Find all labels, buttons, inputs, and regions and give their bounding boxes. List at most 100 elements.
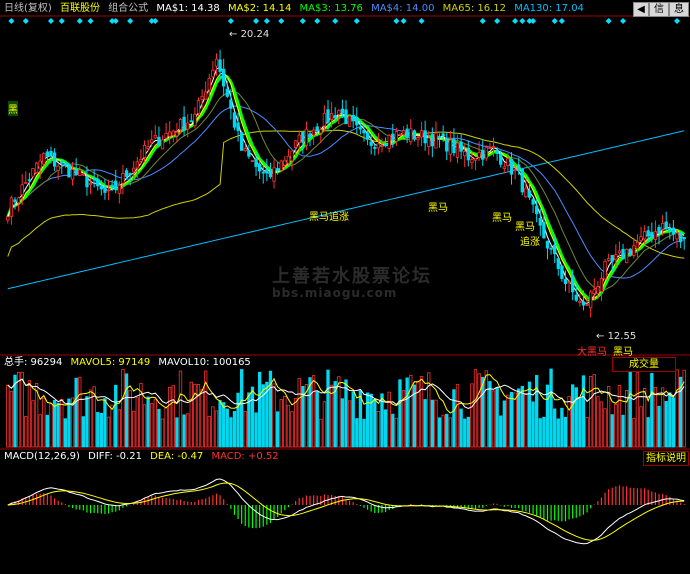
candle-body: [286, 155, 291, 164]
volume-bar: [45, 414, 50, 448]
candle-body: [664, 221, 668, 229]
stock-name: 百联股份: [60, 3, 100, 14]
candle-body: [207, 77, 211, 91]
volume-bar: [52, 399, 57, 448]
info-button[interactable]: 信: [649, 2, 669, 17]
candle-body: [182, 116, 186, 131]
volume-bar: [164, 407, 168, 448]
ma65-value: MA65: 16.12: [442, 3, 506, 14]
candle-body: [391, 133, 395, 141]
indicator-help-button[interactable]: 指标说明: [643, 451, 689, 466]
candle-body: [319, 129, 323, 134]
volume-bar: [132, 410, 136, 448]
candle-body: [110, 184, 114, 187]
volume-bar: [74, 377, 78, 448]
candle-body: [614, 254, 618, 260]
volume-bar: [207, 415, 211, 448]
candle-body: [671, 227, 676, 235]
candle-body: [254, 158, 258, 167]
candle-body: [124, 170, 129, 177]
candle-body: [247, 149, 251, 157]
candle-body: [236, 122, 240, 131]
candle-body: [362, 129, 366, 134]
period-label[interactable]: 日线(复权): [4, 3, 52, 14]
candle-body: [139, 159, 143, 162]
candle-body: [257, 163, 262, 172]
candle-body: [164, 133, 168, 139]
signal-left-marker: 黑: [8, 101, 18, 116]
macd-name: MACD(12,26,9): [4, 451, 80, 462]
volume-bar: [308, 377, 312, 448]
candle-body: [132, 167, 136, 173]
candle-body: [606, 258, 611, 261]
volume-bar: [535, 375, 539, 448]
volume-bar: [610, 414, 614, 448]
candle-body: [186, 122, 190, 130]
candle-body: [322, 112, 327, 127]
volume-bar: [243, 411, 247, 448]
volume-bar: [257, 371, 262, 448]
candle-body: [261, 171, 265, 174]
candle-body: [549, 247, 553, 250]
volume-bar: [556, 418, 560, 448]
volume-bar: [675, 369, 679, 448]
candle-body: [38, 160, 42, 169]
news-button[interactable]: 息: [669, 2, 689, 17]
candle-body: [56, 165, 60, 171]
volume-bar: [67, 398, 71, 448]
candle-body: [430, 133, 435, 147]
macd-value: MACD: +0.52: [211, 451, 279, 462]
volume-bar: [452, 389, 456, 448]
prev-button[interactable]: ◀: [633, 2, 649, 17]
volume-bar: [373, 399, 377, 448]
volume-bar: [524, 393, 528, 448]
volume-bar: [578, 397, 582, 448]
volume-bar: [13, 374, 17, 448]
volume-bar: [668, 392, 672, 448]
candle-body: [275, 168, 280, 171]
volume-bar: [290, 411, 294, 448]
volume-bar: [153, 398, 157, 448]
volume-bar: [614, 404, 618, 448]
ma4-value: MA$4: 14.00: [371, 3, 435, 14]
candle-body: [114, 180, 118, 190]
volume-header: 总手: 96294 MAVOL5: 97149 MAVOL10: 100165: [4, 356, 256, 370]
candle-body: [250, 160, 255, 162]
volume-bar: [160, 418, 165, 448]
candle-body: [272, 167, 276, 182]
volume-bar: [653, 386, 658, 448]
volume-bar: [592, 374, 596, 448]
volume-bar: [63, 418, 68, 448]
volume-bar: [225, 408, 229, 448]
volume-bar: [340, 398, 345, 448]
volume-bar: [448, 417, 452, 448]
candle-body: [31, 168, 35, 177]
candle-body: [542, 222, 546, 239]
volume-bar: [146, 396, 150, 448]
candle-body: [553, 244, 557, 255]
candle-body: [509, 158, 514, 175]
volume-bar: [178, 370, 183, 448]
volume-bar: [437, 417, 442, 448]
volume-bar: [189, 381, 193, 448]
candle-body: [42, 153, 46, 165]
volume-bar: [135, 397, 139, 448]
candle-body: [24, 181, 28, 184]
volume-bar: [391, 413, 395, 448]
candle-body: [355, 116, 359, 126]
candle-body: [639, 236, 643, 241]
signal-heima-4: 黑马: [515, 222, 535, 233]
volume-bar: [275, 411, 280, 448]
watermark-title: 上善若水股票论坛: [272, 266, 432, 287]
volume-bar: [150, 403, 154, 448]
volume-bar: [175, 417, 179, 448]
volume-indicator-button[interactable]: 成交量: [612, 357, 676, 372]
candle-body: [387, 135, 391, 149]
volume-bar: [128, 390, 132, 448]
candle-body: [142, 145, 147, 158]
candle-body: [571, 276, 575, 293]
candle-body: [171, 130, 175, 136]
candle-body: [49, 151, 53, 157]
volume-bar: [200, 389, 204, 448]
volume-bar: [214, 410, 219, 448]
